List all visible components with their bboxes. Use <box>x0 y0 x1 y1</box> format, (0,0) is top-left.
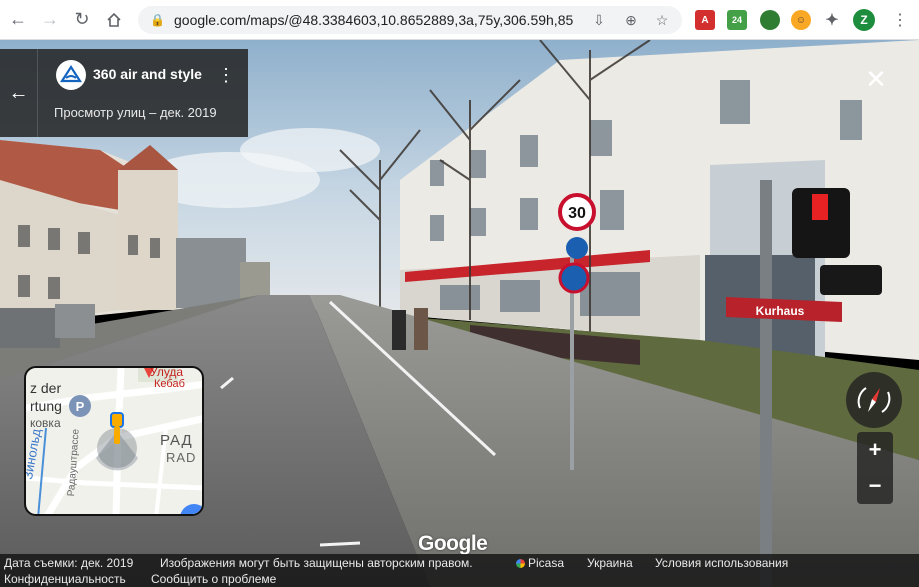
footer-privacy-link[interactable]: Конфиденциальность <box>4 572 126 586</box>
picasa-link[interactable]: Picasa <box>516 556 564 570</box>
speed-limit-sign: 30 <box>568 205 586 222</box>
back-arrow-icon[interactable]: ← <box>0 49 38 137</box>
home-icon[interactable] <box>100 6 128 34</box>
minimap-label: РАД <box>160 432 193 449</box>
more-options-icon[interactable]: ⋮ <box>217 63 235 87</box>
place-title[interactable]: 360 air and style <box>93 66 202 82</box>
profile-avatar[interactable]: Z <box>853 9 875 31</box>
lock-icon: 🔒 <box>150 13 165 27</box>
browser-window: ← → ↻ 🔒 google.com/maps/@48.3384603,10.8… <box>0 0 919 587</box>
footer-terms-link[interactable]: Условия использования <box>655 556 788 570</box>
minimap-label: z der <box>30 380 62 396</box>
picasa-icon <box>516 559 525 568</box>
compass-control[interactable] <box>846 372 902 428</box>
footer-country[interactable]: Украина <box>587 556 633 570</box>
browser-menu-icon[interactable]: ⋮ <box>890 8 910 32</box>
forward-arrow-icon[interactable]: → <box>36 6 64 34</box>
footer-report-link[interactable]: Сообщить о проблеме <box>151 572 276 586</box>
google-logo: Google <box>418 532 488 555</box>
pdf-extension-icon[interactable]: A <box>695 10 715 30</box>
minimap-label: Кебаб <box>154 378 185 390</box>
place-avatar-icon[interactable] <box>56 60 86 90</box>
address-bar[interactable]: 🔒 google.com/maps/@48.3384603,10.8652889… <box>138 6 682 34</box>
close-icon[interactable]: ✕ <box>862 65 890 93</box>
zoom-out-button[interactable]: − <box>857 468 893 504</box>
face-extension-icon[interactable]: ☺ <box>791 10 811 30</box>
street-view-header-card: ← 360 air and style ⋮ Просмотр улиц – де… <box>0 49 248 137</box>
footer-capture-date: Дата съемки: дек. 2019 <box>4 556 134 570</box>
zoom-controls: + − <box>857 432 893 504</box>
minimap-label: RAD <box>166 450 197 465</box>
url-text[interactable]: google.com/maps/@48.3384603,10.8652889,3… <box>174 12 574 28</box>
map-footer: Дата съемки: дек. 2019 Изображения могут… <box>0 554 919 587</box>
counter-extension-icon[interactable]: 24 <box>727 10 747 30</box>
browser-toolbar: ← → ↻ 🔒 google.com/maps/@48.3384603,10.8… <box>0 0 919 40</box>
zoom-icon[interactable]: ⊕ <box>622 11 640 29</box>
compass-needle-icon <box>857 387 891 413</box>
kurhaus-street-sign: Kurhaus <box>756 304 805 318</box>
picasa-label: Picasa <box>528 556 565 570</box>
zoom-in-button[interactable]: + <box>857 432 893 468</box>
minimap-label: rtung <box>30 398 62 414</box>
puzzle-extension-icon[interactable]: ✦ <box>822 10 842 30</box>
globe-extension-icon[interactable] <box>760 10 780 30</box>
parking-icon: P <box>76 399 85 414</box>
install-icon[interactable]: ⇩ <box>590 11 608 29</box>
reload-icon[interactable]: ↻ <box>68 6 96 34</box>
minimap[interactable]: P z der rtung ковка Улуда Кебаб РАД RAD … <box>24 366 204 516</box>
back-arrow-icon[interactable]: ← <box>4 6 32 34</box>
footer-copyright: Изображения могут быть защищены авторски… <box>160 556 473 570</box>
capture-date-label: Просмотр улиц – дек. 2019 <box>54 105 217 120</box>
star-icon[interactable]: ☆ <box>653 11 671 29</box>
